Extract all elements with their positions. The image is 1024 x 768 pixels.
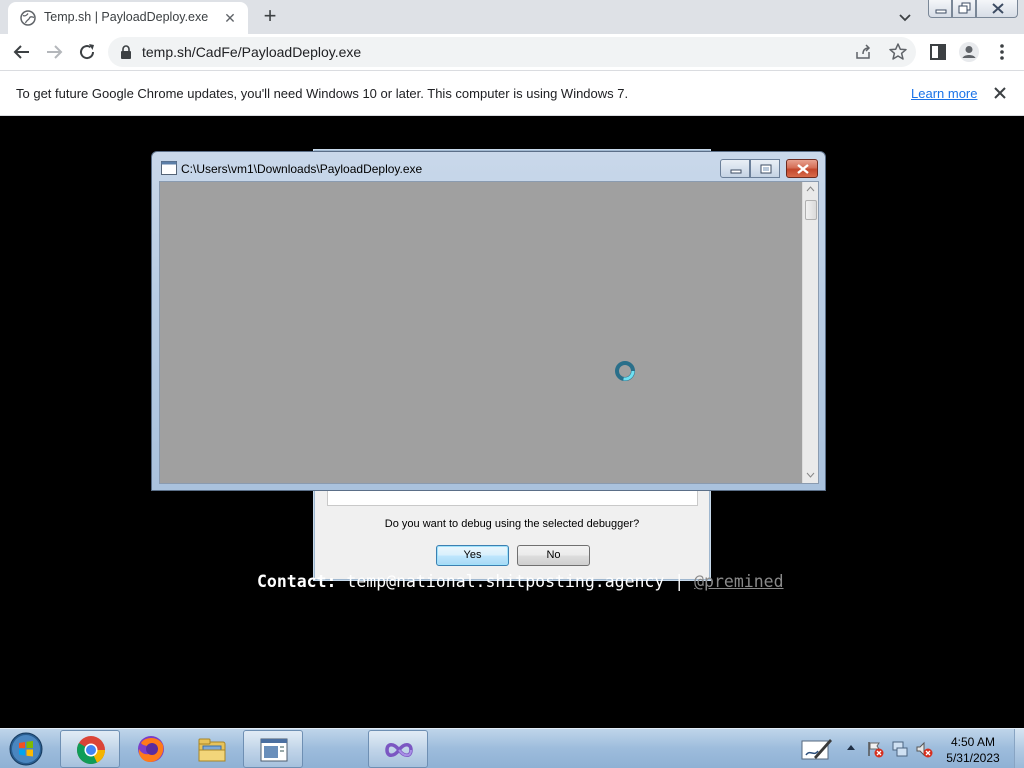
forward-arrow-icon[interactable] — [42, 40, 66, 64]
taskbar-firefox-button[interactable] — [121, 730, 181, 768]
app-window-icon — [161, 161, 177, 175]
scroll-down-arrow-icon[interactable] — [806, 472, 815, 478]
close-icon — [797, 164, 809, 174]
taskbar-visual-studio-button[interactable] — [368, 730, 428, 768]
tab-title: Temp.sh | PayloadDeploy.exe — [44, 10, 209, 24]
screen: Temp.sh | PayloadDeploy.exe ✕ + temp.sh/… — [0, 0, 1024, 768]
bookmark-star-icon[interactable] — [888, 42, 908, 62]
lock-icon[interactable] — [120, 45, 132, 59]
firefox-icon — [138, 736, 164, 762]
url-text[interactable]: temp.sh/CadFe/PayloadDeploy.exe — [142, 44, 361, 60]
infobar-close-icon[interactable] — [990, 83, 1010, 103]
tab-strip: Temp.sh | PayloadDeploy.exe ✕ + — [0, 0, 1024, 34]
clock-time: 4:50 AM — [950, 735, 996, 749]
contact-separator: | — [674, 572, 685, 591]
contact-email: temp@national.shitposting.agency — [346, 572, 665, 591]
chrome-icon — [77, 736, 105, 764]
payload-minimize-button[interactable] — [720, 159, 750, 178]
contact-handle-link[interactable]: @premined — [694, 572, 783, 591]
tab-search-chevron-icon[interactable] — [894, 6, 916, 28]
browser-toolbar: temp.sh/CadFe/PayloadDeploy.exe — [0, 34, 1024, 71]
maximize-icon — [760, 164, 772, 174]
start-orb-icon[interactable] — [8, 731, 44, 767]
taskbar-explorer-button[interactable] — [182, 730, 242, 768]
explorer-icon — [198, 738, 226, 762]
profile-avatar-icon[interactable] — [957, 40, 981, 64]
busy-spinner-icon — [615, 361, 635, 381]
back-arrow-icon[interactable] — [10, 40, 34, 64]
window-close-button[interactable] — [976, 0, 1018, 18]
scroll-up-arrow-icon[interactable] — [806, 186, 815, 192]
learn-more-link[interactable]: Learn more — [911, 86, 977, 101]
show-desktop-button[interactable] — [1014, 729, 1024, 768]
menu-kebab-icon[interactable] — [990, 40, 1014, 64]
restore-icon — [958, 2, 971, 14]
scrollbar-thumb[interactable] — [805, 200, 817, 220]
yes-button[interactable]: Yes — [436, 545, 509, 566]
payload-close-button[interactable] — [786, 159, 818, 178]
visual-studio-icon — [385, 743, 413, 757]
payload-window-title: C:\Users\vm1\Downloads\PayloadDeploy.exe — [181, 162, 423, 176]
share-icon[interactable] — [854, 43, 872, 61]
tab-close-icon[interactable]: ✕ — [220, 8, 240, 28]
pen-tray-icon[interactable] — [800, 735, 834, 763]
taskbar-chrome-button[interactable] — [60, 730, 120, 768]
clock-date: 5/31/2023 — [946, 751, 1000, 765]
taskbar: 4:50 AM 5/31/2023 — [0, 728, 1024, 768]
system-clock[interactable]: 4:50 AM 5/31/2023 — [936, 734, 1010, 766]
taskbar-window-button[interactable] — [243, 730, 303, 768]
no-button[interactable]: No — [517, 545, 590, 566]
window-icon — [260, 738, 288, 762]
minimize-icon — [730, 169, 742, 174]
contact-label: Contact: — [257, 572, 337, 591]
vertical-scrollbar[interactable] — [802, 182, 818, 483]
globe-icon — [20, 10, 36, 26]
window-minimize-button[interactable] — [928, 0, 952, 18]
new-tab-button[interactable]: + — [258, 5, 282, 29]
window-restore-button[interactable] — [952, 0, 976, 18]
debug-question: Do you want to debug using the selected … — [384, 518, 640, 530]
volume-muted-icon[interactable] — [915, 740, 933, 758]
reload-icon[interactable] — [75, 40, 99, 64]
minimize-icon — [935, 9, 947, 14]
network-icon[interactable] — [891, 740, 909, 758]
payload-window: C:\Users\vm1\Downloads\PayloadDeploy.exe — [151, 151, 826, 491]
payload-window-client-area[interactable] — [159, 181, 819, 484]
show-hidden-icons-arrow-icon[interactable] — [846, 743, 856, 751]
contact-line: Contact: temp@national.shitposting.agenc… — [257, 572, 784, 591]
browser-tab[interactable]: Temp.sh | PayloadDeploy.exe ✕ — [8, 2, 248, 34]
update-infobar: To get future Google Chrome updates, you… — [0, 71, 1024, 116]
side-panel-icon[interactable] — [926, 40, 950, 64]
address-bar[interactable]: temp.sh/CadFe/PayloadDeploy.exe — [108, 37, 916, 67]
action-center-flag-icon[interactable] — [866, 740, 884, 758]
payload-maximize-button[interactable] — [750, 159, 780, 178]
close-icon — [992, 3, 1004, 14]
infobar-message: To get future Google Chrome updates, you… — [16, 86, 629, 101]
